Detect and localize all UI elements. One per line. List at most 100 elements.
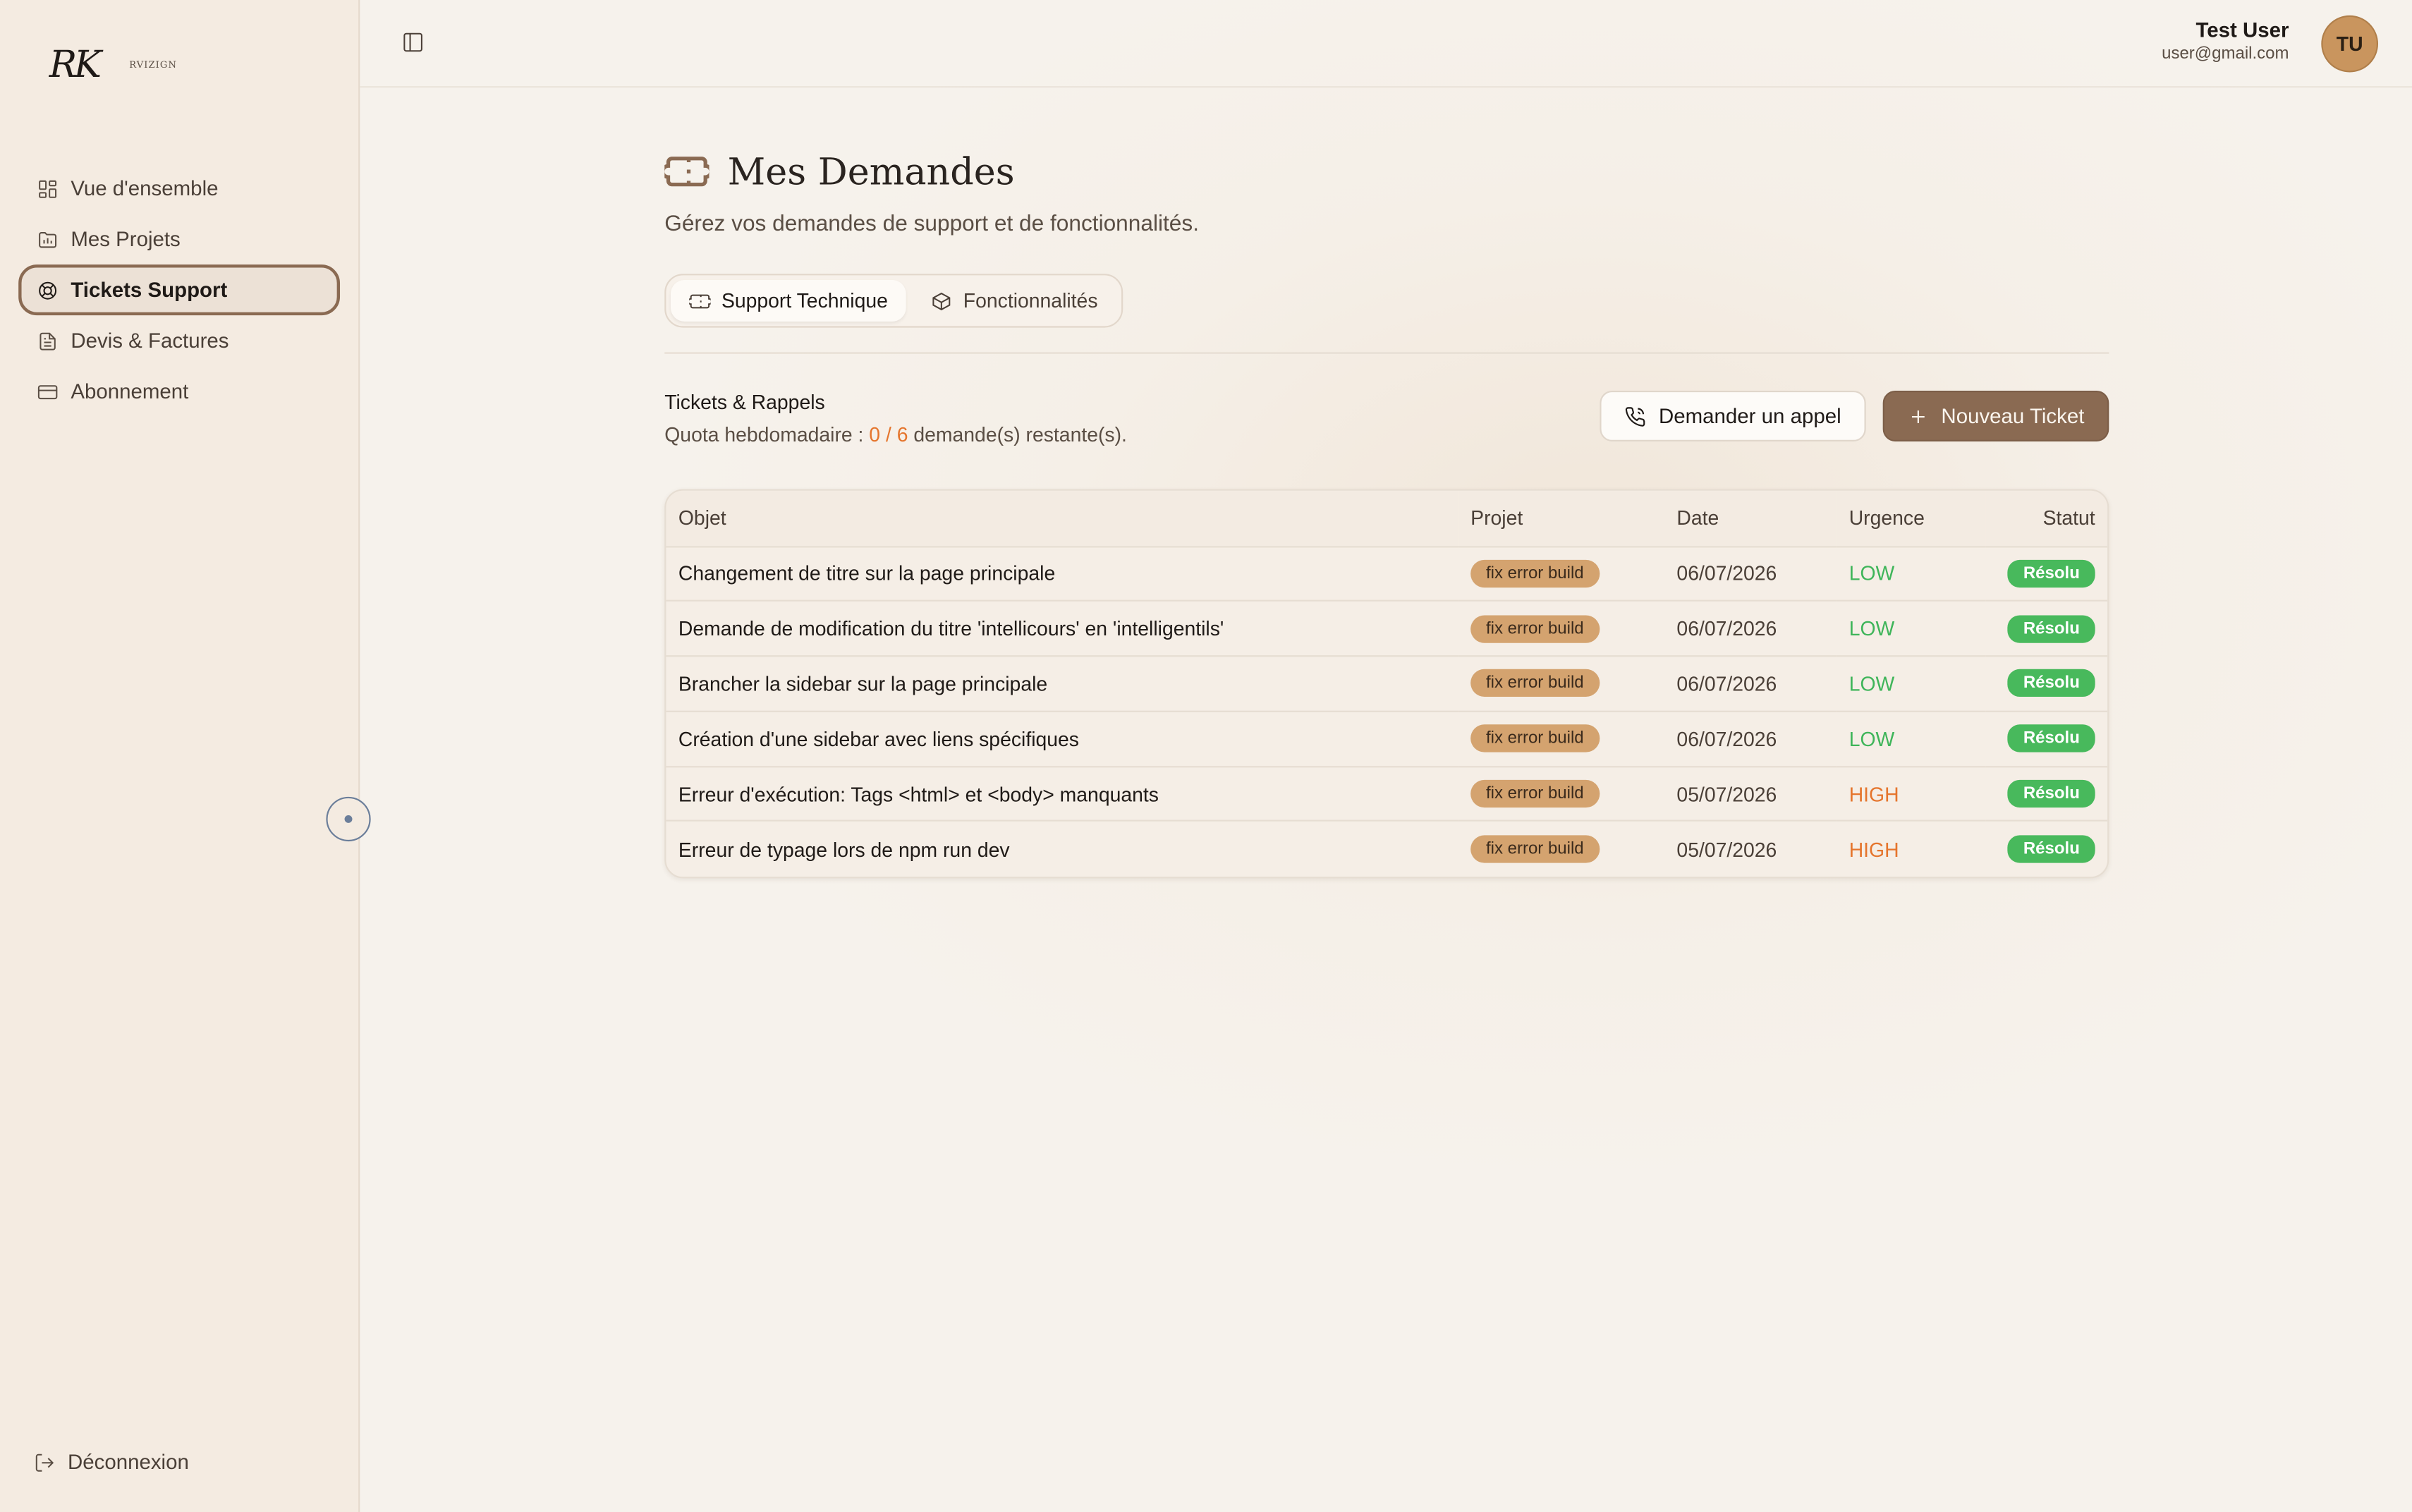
table-row[interactable]: Erreur de typage lors de npm run dev fix … bbox=[666, 822, 2107, 877]
table-header-row: Objet Projet Date Urgence Statut bbox=[666, 490, 2108, 547]
ticket-subject: Demande de modification du titre 'intell… bbox=[678, 617, 1224, 640]
cell-date: 05/07/2026 bbox=[1664, 822, 1837, 877]
column-header-date[interactable]: Date bbox=[1664, 490, 1837, 547]
user-name: Test User bbox=[2195, 18, 2289, 42]
table-row[interactable]: Changement de titre sur la page principa… bbox=[666, 546, 2108, 602]
tab-label: Support Technique bbox=[721, 289, 888, 312]
project-badge: fix error build bbox=[1470, 614, 1600, 643]
top-bar: Test User user@gmail.com TU bbox=[360, 0, 2412, 88]
cell-date: 06/07/2026 bbox=[1664, 656, 1837, 712]
cell-date: 06/07/2026 bbox=[1664, 546, 1837, 602]
sidebar-item-label: Vue d'ensemble bbox=[71, 176, 219, 200]
ticket-subject: Changement de titre sur la page principa… bbox=[678, 561, 1056, 585]
urgency-label: LOW bbox=[1848, 727, 1895, 750]
table-row[interactable]: Création d'une sidebar avec liens spécif… bbox=[666, 711, 2108, 767]
avatar[interactable]: TU bbox=[2321, 15, 2379, 73]
lifebuoy-icon bbox=[39, 281, 57, 299]
cell-urgence: LOW bbox=[1837, 656, 1986, 712]
table-body: Changement de titre sur la page principa… bbox=[666, 546, 2108, 877]
cell-urgence: HIGH bbox=[1837, 766, 1986, 822]
page-title: Mes Demandes bbox=[727, 150, 1015, 193]
urgency-label: LOW bbox=[1848, 617, 1895, 640]
sidebar-item-tickets[interactable]: Tickets Support bbox=[18, 264, 341, 316]
ticket-date: 05/07/2026 bbox=[1676, 782, 1777, 805]
cell-statut: Résolu bbox=[1986, 822, 2107, 877]
table-row[interactable]: Demande de modification du titre 'intell… bbox=[666, 601, 2108, 657]
cell-projet: fix error build bbox=[1458, 546, 1664, 602]
ticket-subject: Erreur de typage lors de npm run dev bbox=[678, 837, 1010, 861]
table-row[interactable]: Erreur d'exécution: Tags <html> et <body… bbox=[666, 766, 2108, 822]
handle-dot bbox=[344, 815, 353, 823]
sidebar-item-label: Devis & Factures bbox=[71, 329, 229, 353]
cell-statut: Résolu bbox=[1985, 546, 2108, 602]
phone-icon bbox=[1626, 406, 1646, 426]
ticket-subject: Création d'une sidebar avec liens spécif… bbox=[678, 727, 1080, 750]
box-icon bbox=[932, 291, 951, 310]
sidebar-resize-handle[interactable] bbox=[326, 796, 371, 842]
cell-statut: Résolu bbox=[1985, 766, 2108, 822]
tab-fonctionnalites[interactable]: Fonctionnalités bbox=[913, 280, 1116, 322]
cell-projet: fix error build bbox=[1458, 656, 1664, 712]
logout-label: Déconnexion bbox=[67, 1450, 189, 1474]
column-header-projet[interactable]: Projet bbox=[1458, 490, 1664, 547]
urgency-label: HIGH bbox=[1848, 837, 1899, 861]
button-label: Nouveau Ticket bbox=[1941, 404, 2085, 428]
ticket-date: 05/07/2026 bbox=[1676, 837, 1777, 861]
cell-objet: Changement de titre sur la page principa… bbox=[666, 546, 1458, 602]
logout-icon bbox=[35, 1453, 54, 1471]
ticket-icon bbox=[689, 293, 711, 308]
new-ticket-button[interactable]: Nouveau Ticket bbox=[1882, 391, 2109, 441]
plus-icon bbox=[1911, 410, 1925, 422]
ticket-date: 06/07/2026 bbox=[1676, 617, 1777, 640]
document-icon bbox=[39, 331, 56, 350]
cell-projet: fix error build bbox=[1458, 711, 1664, 767]
logo[interactable]: RK RVIZIGN bbox=[49, 43, 177, 86]
column-header-urgence[interactable]: Urgence bbox=[1837, 490, 1986, 547]
cell-objet: Brancher la sidebar sur la page principa… bbox=[666, 656, 1458, 712]
project-badge: fix error build bbox=[1470, 559, 1600, 587]
panel-left-icon bbox=[403, 32, 422, 52]
request-call-button[interactable]: Demander un appel bbox=[1600, 391, 1866, 441]
status-badge: Résolu bbox=[2008, 724, 2095, 753]
sidebar-item-subscription[interactable]: Abonnement bbox=[18, 366, 340, 417]
sidebar-item-overview[interactable]: Vue d'ensemble bbox=[18, 163, 340, 214]
tabs: Support Technique Fonctionnalités bbox=[664, 274, 1123, 328]
cell-date: 05/07/2026 bbox=[1664, 766, 1837, 822]
cell-date: 06/07/2026 bbox=[1664, 601, 1837, 657]
urgency-label: LOW bbox=[1848, 672, 1895, 695]
tab-support-technique[interactable]: Support Technique bbox=[670, 279, 907, 322]
tickets-table: Objet Projet Date Urgence Statut Changem… bbox=[664, 489, 2109, 878]
quota-value: 0 / 6 bbox=[869, 422, 908, 446]
main-area: Test User user@gmail.com TU Mes Demandes… bbox=[360, 0, 2412, 1512]
column-header-objet[interactable]: Objet bbox=[666, 490, 1458, 547]
folder-icon bbox=[39, 231, 57, 248]
page-header: Mes Demandes bbox=[664, 150, 2109, 194]
status-badge: Résolu bbox=[2008, 669, 2095, 698]
table-row[interactable]: Brancher la sidebar sur la page principa… bbox=[666, 656, 2108, 712]
status-badge: Résolu bbox=[2008, 835, 2095, 863]
cell-statut: Résolu bbox=[1985, 656, 2108, 712]
sidebar-item-invoices[interactable]: Devis & Factures bbox=[18, 315, 340, 366]
sidebar-item-label: Mes Projets bbox=[71, 227, 181, 251]
cell-objet: Erreur d'exécution: Tags <html> et <body… bbox=[666, 766, 1458, 822]
urgency-label: LOW bbox=[1848, 561, 1895, 585]
logout-button[interactable]: Déconnexion bbox=[34, 1451, 189, 1474]
divider bbox=[664, 352, 2109, 354]
project-badge: fix error build bbox=[1470, 669, 1600, 698]
tickets-section-header: Tickets & Rappels Quota hebdomadaire : 0… bbox=[664, 391, 2109, 483]
cell-projet: fix error build bbox=[1458, 822, 1664, 877]
project-badge: fix error build bbox=[1470, 835, 1600, 863]
toggle-sidebar-button[interactable] bbox=[401, 31, 425, 54]
user-info[interactable]: Test User user@gmail.com bbox=[2162, 18, 2289, 63]
status-badge: Résolu bbox=[2008, 559, 2095, 587]
cell-urgence: LOW bbox=[1837, 601, 1986, 657]
column-header-statut[interactable]: Statut bbox=[1985, 490, 2108, 547]
sidebar-item-projects[interactable]: Mes Projets bbox=[18, 214, 340, 264]
cell-statut: Résolu bbox=[1985, 711, 2108, 767]
cell-date: 06/07/2026 bbox=[1664, 711, 1837, 767]
sidebar-nav: Vue d'ensemble Mes Projets Tickets Suppo… bbox=[18, 163, 341, 417]
cell-objet: Création d'une sidebar avec liens spécif… bbox=[666, 711, 1458, 767]
sidebar-item-label: Abonnement bbox=[71, 379, 189, 403]
cell-urgence: LOW bbox=[1837, 546, 1986, 602]
cell-projet: fix error build bbox=[1458, 766, 1664, 822]
